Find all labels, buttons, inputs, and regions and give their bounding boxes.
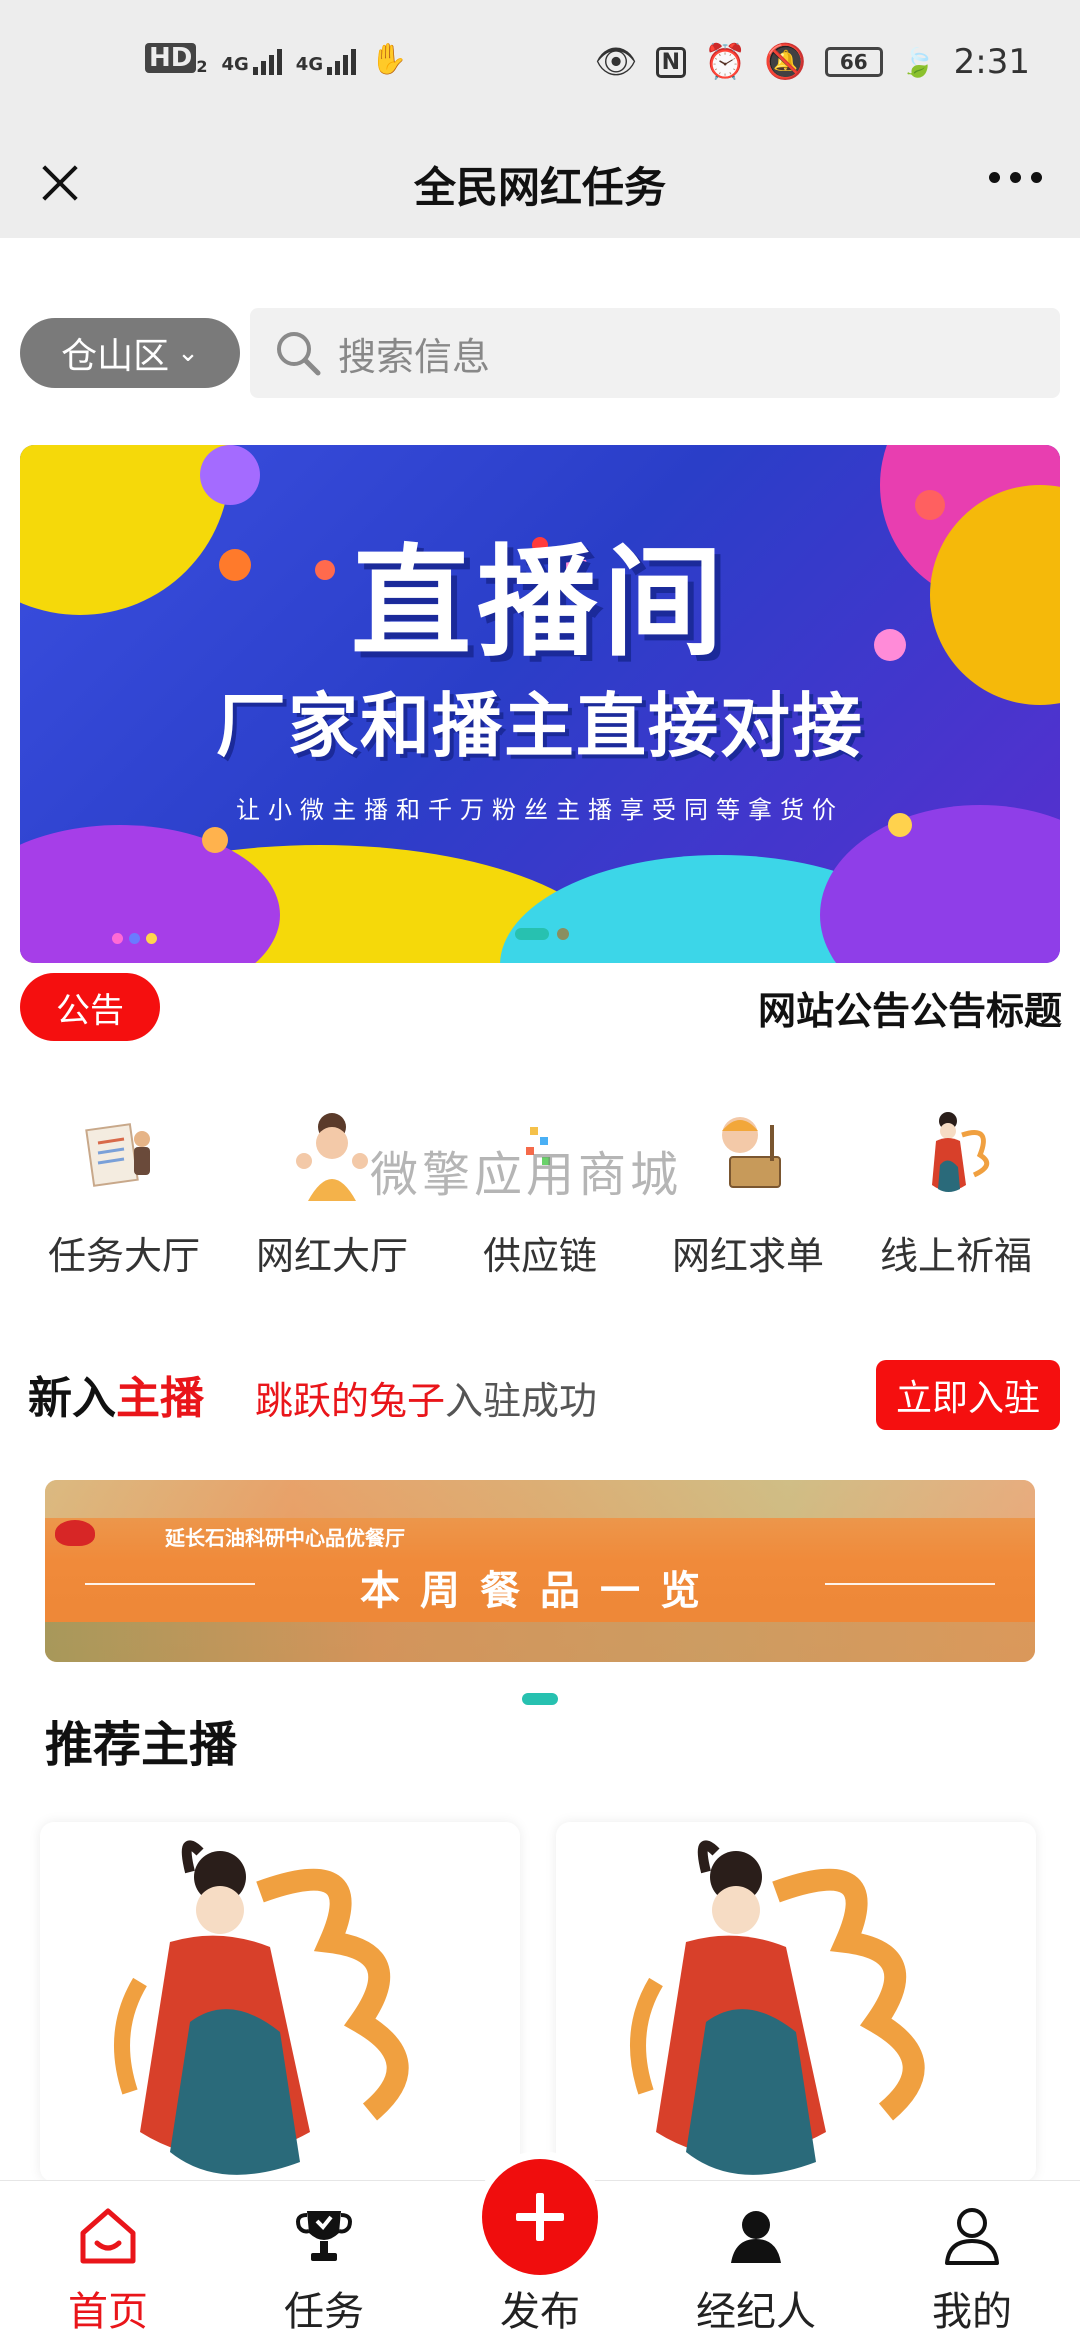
status-bar: HD 2 4G 4G ✋ 👁 N ⏰ 🔕 66 🍃 2:31 bbox=[0, 0, 1080, 130]
chevron-down-icon: ⌄ bbox=[177, 338, 199, 368]
hand-icon: ✋ bbox=[370, 42, 408, 77]
tab-home[interactable]: 首页 bbox=[0, 2181, 216, 2340]
category-label: 任务大厅 bbox=[47, 1234, 200, 1278]
network-4g-1: 4G bbox=[221, 45, 282, 75]
promo-banner[interactable]: 直播间 厂家和播主直接对接 让小微主播和千万粉丝主播享受同等拿货价 bbox=[20, 445, 1060, 963]
streamer-card[interactable] bbox=[556, 1822, 1036, 2182]
tab-publish[interactable]: 发布 bbox=[432, 2159, 648, 2340]
bell-off-icon: 🔕 bbox=[764, 42, 807, 82]
signal-icon bbox=[327, 45, 357, 75]
category-label: 供应链 bbox=[482, 1234, 597, 1278]
signal-icon bbox=[252, 45, 282, 75]
search-input[interactable]: 搜索信息 bbox=[250, 308, 1060, 398]
alarm-icon: ⏰ bbox=[704, 42, 747, 82]
trophy-icon bbox=[293, 2205, 355, 2267]
new-streamer-user: 跳跃的兔子 bbox=[255, 1379, 446, 1423]
more-icon[interactable] bbox=[989, 172, 1042, 183]
menu-banner-bottom bbox=[45, 1622, 1035, 1662]
divider bbox=[825, 1583, 995, 1585]
banner-pager bbox=[515, 928, 569, 940]
tab-tasks[interactable]: 任务 bbox=[216, 2181, 432, 2340]
nav-bar: 全民网红任务 bbox=[0, 130, 1080, 238]
category-label: 网红大厅 bbox=[255, 1234, 408, 1278]
person-filled-icon bbox=[725, 2205, 787, 2267]
banner-logo-dots bbox=[112, 933, 157, 944]
tab-label: 我的 bbox=[932, 2289, 1012, 2335]
menu-banner-vegetables bbox=[45, 1480, 1035, 1518]
restaurant-logo-icon bbox=[55, 1520, 95, 1546]
page-title: 全民网红任务 bbox=[413, 163, 666, 212]
status-left-group: HD 2 4G 4G ✋ bbox=[145, 42, 407, 77]
tab-label: 任务 bbox=[284, 2289, 364, 2335]
tab-label: 首页 bbox=[68, 2289, 148, 2335]
search-placeholder: 搜索信息 bbox=[338, 334, 491, 379]
menu-pager-dot-active bbox=[522, 1693, 558, 1705]
new-streamer-highlight: 主播 bbox=[116, 1373, 204, 1424]
notice-title[interactable]: 网站公告公告标题 bbox=[758, 980, 1062, 1035]
plus-icon bbox=[482, 2159, 598, 2275]
network-4g-2: 4G bbox=[296, 45, 357, 75]
tab-label: 发布 bbox=[500, 2289, 580, 2335]
pager-dot-active bbox=[515, 928, 549, 940]
join-now-button[interactable]: 立即入驻 bbox=[876, 1360, 1060, 1430]
person-outline-icon bbox=[941, 2205, 1003, 2267]
menu-banner-org: 延长石油科研中心品优餐厅 bbox=[165, 1526, 405, 1550]
fairy-illustration bbox=[630, 1840, 925, 2175]
document-person-icon bbox=[76, 1105, 172, 1201]
pager-dot bbox=[557, 928, 569, 940]
banner-subtitle: 厂家和播主直接对接 bbox=[216, 685, 864, 767]
notice-badge: 公告 bbox=[20, 973, 160, 1041]
menu-banner-title: 本周餐品一览 bbox=[360, 1568, 720, 1614]
recommended-title: 推荐主播 bbox=[45, 1717, 238, 1773]
banner-caption: 让小微主播和千万粉丝主播享受同等拿货价 bbox=[236, 796, 844, 824]
girl-waving-icon bbox=[284, 1105, 380, 1201]
hd-indicator: HD 2 bbox=[145, 42, 207, 76]
menu-banner[interactable]: 延长石油科研中心品优餐厅 本周餐品一览 bbox=[45, 1480, 1035, 1662]
district-label: 仓山区 bbox=[61, 336, 170, 377]
search-icon bbox=[277, 332, 321, 376]
category-online-blessing[interactable]: 线上祈福 bbox=[852, 1105, 1060, 1295]
eye-icon: 👁 bbox=[594, 42, 638, 82]
watermark: 微擎应用商城 bbox=[370, 1147, 683, 1203]
clock-time: 2:31 bbox=[953, 42, 1030, 82]
fairy-icon bbox=[908, 1105, 1004, 1201]
category-label: 网红求单 bbox=[671, 1234, 824, 1278]
streamer-card[interactable] bbox=[40, 1822, 520, 2182]
fairy-illustration bbox=[114, 1840, 409, 2175]
new-streamer-heading: 新入主播 bbox=[28, 1362, 204, 1426]
boy-sign-icon bbox=[700, 1105, 796, 1201]
status-right-group: 👁 N ⏰ 🔕 66 🍃 2:31 bbox=[594, 42, 1030, 82]
new-streamer-message: 跳跃的兔子入驻成功 bbox=[255, 1370, 597, 1425]
new-streamer-prefix: 新入 bbox=[28, 1373, 116, 1424]
tab-agent[interactable]: 经纪人 bbox=[648, 2181, 864, 2340]
leaf-icon: 🍃 bbox=[900, 45, 936, 79]
nfc-icon: N bbox=[655, 46, 687, 78]
banner-title: 直播间 bbox=[351, 534, 729, 673]
bottom-tab-bar: 首页 任务 发布 经纪人 我的 bbox=[0, 2159, 1080, 2340]
home-icon bbox=[77, 2205, 139, 2267]
new-streamer-msg: 入驻成功 bbox=[445, 1379, 598, 1423]
district-selector[interactable]: 仓山区 ⌄ bbox=[20, 318, 240, 388]
battery-icon: 66 bbox=[824, 47, 883, 77]
tab-label: 经纪人 bbox=[696, 2289, 816, 2335]
category-label: 线上祈福 bbox=[879, 1234, 1032, 1278]
category-task-hall[interactable]: 任务大厅 bbox=[20, 1105, 228, 1295]
tab-mine[interactable]: 我的 bbox=[864, 2181, 1080, 2340]
